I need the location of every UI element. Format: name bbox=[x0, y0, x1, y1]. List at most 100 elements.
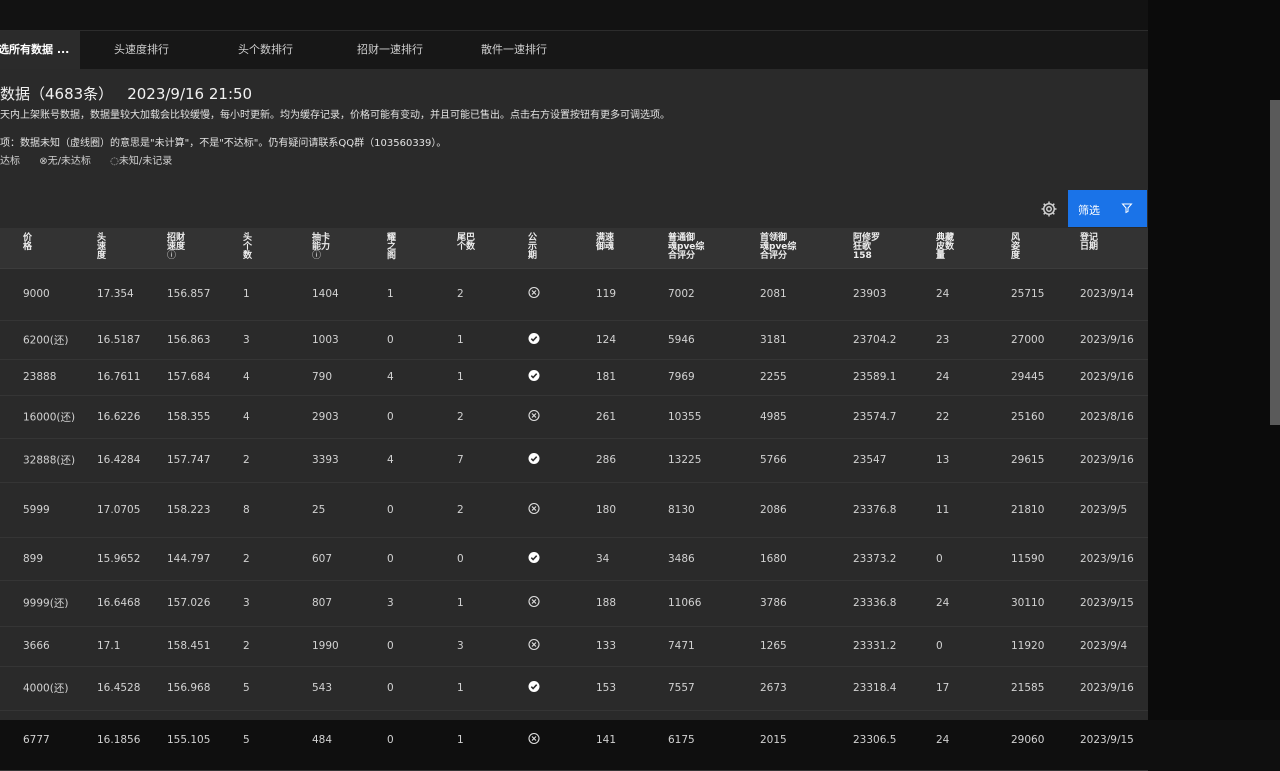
table-row[interactable]: 3666 17.1 158.451 2 1990 0 3 133 7471 1265 23331.2… bbox=[0, 626, 1148, 667]
cross-circle-icon bbox=[528, 638, 540, 654]
table-row[interactable]: 5999 17.0705 158.223 8 25 0 2 180 8130 2086 23376.… bbox=[0, 482, 1148, 538]
check-circle-icon bbox=[528, 453, 540, 468]
cell-fengzi: 25715 bbox=[1011, 288, 1045, 300]
cell-date: 2023/9/16 bbox=[1080, 552, 1134, 565]
cell-tail: 2 bbox=[457, 503, 464, 516]
cell-fengzi: 11590 bbox=[1011, 552, 1045, 565]
page-title: 数据（4683条） 2023/9/16 21:50 bbox=[0, 83, 252, 104]
cell-fengzi: 29060 bbox=[1011, 734, 1045, 746]
column-header[interactable]: 耀 之 阁 bbox=[387, 234, 396, 261]
cross-circle-icon bbox=[528, 286, 540, 302]
cell-date: 2023/8/16 bbox=[1080, 410, 1134, 423]
cell-gacha: 2903 bbox=[312, 410, 339, 423]
cell-pve-boss: 4985 bbox=[760, 410, 787, 423]
table-row[interactable]: 4000(还) 16.4528 156.968 5 543 0 1 153 7557 2673 23… bbox=[0, 666, 1148, 711]
table-row[interactable]: 23888 16.7611 157.684 4 790 4 1 181 7969 2255 2358… bbox=[0, 359, 1148, 396]
cell-gacha: 807 bbox=[312, 597, 333, 609]
cell-full-speed: 141 bbox=[596, 734, 617, 746]
cell-pve-boss: 1680 bbox=[760, 552, 787, 565]
cell-yaozhige: 0 bbox=[387, 333, 394, 346]
column-header[interactable]: 抽卡 能力 ⓘ bbox=[312, 234, 330, 261]
cell-head-speed: 15.9652 bbox=[97, 552, 141, 565]
column-header[interactable]: 尾巴 个数 bbox=[457, 234, 475, 252]
cell-gacha: 484 bbox=[312, 734, 333, 746]
column-header[interactable]: 价 格 bbox=[23, 234, 32, 252]
column-header[interactable]: 头 个 数 bbox=[243, 234, 252, 261]
cell-ashura: 23376.8 bbox=[853, 503, 897, 516]
cell-date: 2023/9/16 bbox=[1080, 333, 1134, 346]
cell-head-speed: 16.6468 bbox=[97, 597, 141, 609]
status-legend: 达标 ⊗无/未达标 ◌未知/未记录 bbox=[0, 152, 188, 167]
gear-icon[interactable] bbox=[1040, 200, 1058, 218]
cell-skins: 23 bbox=[936, 333, 950, 346]
column-header-label: 典藏 皮数 量 bbox=[936, 233, 955, 261]
column-header[interactable]: 满速 御魂 bbox=[596, 234, 614, 252]
cell-pve-normal: 13225 bbox=[668, 454, 702, 466]
table-row[interactable]: 6777 16.1856 155.105 5 484 0 1 141 6175 2015 23306… bbox=[0, 710, 1148, 771]
column-header[interactable]: 风 姿 度 bbox=[1011, 234, 1020, 261]
tab-head-count[interactable]: 头个数排行 bbox=[238, 31, 293, 69]
cell-fengzi: 27000 bbox=[1011, 333, 1045, 346]
column-header[interactable]: 招财 速度 ⓘ bbox=[167, 234, 185, 261]
column-header[interactable]: 典藏 皮数 量 bbox=[936, 234, 954, 261]
table-row[interactable]: 9000 17.354 156.857 1 1404 1 2 119 7002 2081 23903… bbox=[0, 268, 1148, 321]
cell-zhaocai: 156.857 bbox=[167, 288, 211, 300]
table-header: 价 格头 速 度招财 速度 ⓘ 头 个 数抽卡 能力 ⓘ 耀 之 阁尾巴 个数公 示 期… bbox=[0, 228, 1148, 269]
table-row[interactable]: 6200(还) 16.5187 156.863 3 1003 0 1 124 5946 3181 2… bbox=[0, 320, 1148, 360]
cell-skins: 24 bbox=[936, 371, 950, 383]
cell-price: 32888(还) bbox=[23, 454, 76, 467]
tab-all-data[interactable]: 选所有数据 ... bbox=[0, 31, 80, 69]
column-header[interactable]: 公 示 期 bbox=[528, 234, 537, 261]
cell-price: 23888 bbox=[23, 371, 57, 383]
cell-gacha: 543 bbox=[312, 682, 333, 694]
cell-yaozhige: 0 bbox=[387, 734, 394, 746]
cell-head-count: 3 bbox=[243, 597, 250, 609]
filter-button[interactable]: 筛选 bbox=[1068, 190, 1147, 227]
cell-price: 9999(还) bbox=[23, 597, 69, 610]
cell-date: 2023/9/16 bbox=[1080, 454, 1134, 466]
cell-price: 6200(还) bbox=[23, 334, 69, 346]
cell-fengzi: 30110 bbox=[1011, 597, 1045, 609]
cell-head-speed: 17.354 bbox=[97, 288, 134, 300]
tab-zhaocai-speed[interactable]: 招财一速排行 bbox=[357, 31, 423, 69]
column-header-label: 风 姿 度 bbox=[1011, 233, 1021, 261]
table-row[interactable]: 899 15.9652 144.797 2 607 0 0 34 3486 1680 23373.2… bbox=[0, 537, 1148, 581]
info-icon[interactable]: ⓘ bbox=[167, 252, 185, 261]
tab-bar: 选所有数据 ... 头速度排行 头个数排行 招财一速排行 散件一速排行 bbox=[0, 31, 1148, 70]
filter-funnel-icon bbox=[1121, 203, 1133, 214]
cell-tail: 1 bbox=[457, 597, 464, 609]
cell-zhaocai: 156.863 bbox=[167, 333, 211, 346]
cell-pve-normal: 6175 bbox=[668, 734, 695, 746]
scrollbar-thumb[interactable] bbox=[1270, 100, 1280, 425]
cell-full-speed: 124 bbox=[596, 333, 617, 346]
column-header-label: 尾巴 个数 bbox=[457, 233, 476, 252]
cell-ashura: 23331.2 bbox=[853, 640, 897, 652]
column-header[interactable]: 阿修罗 狂歌 158 bbox=[853, 234, 880, 261]
cell-full-speed: 180 bbox=[596, 503, 617, 516]
cell-skins: 13 bbox=[936, 454, 950, 466]
column-header[interactable]: 头 速 度 bbox=[97, 234, 106, 261]
right-pane bbox=[1148, 0, 1280, 720]
column-header[interactable]: 登记 日期 bbox=[1080, 234, 1098, 252]
cell-head-count: 1 bbox=[243, 288, 250, 300]
cell-full-speed: 261 bbox=[596, 410, 617, 423]
column-header-label: 头 个 数 bbox=[243, 233, 253, 261]
table-row[interactable]: 9999(还) 16.6468 157.026 3 807 3 1 188 11066 3786 2… bbox=[0, 580, 1148, 627]
info-icon[interactable]: ⓘ bbox=[312, 252, 330, 261]
cell-price: 4000(还) bbox=[23, 682, 69, 695]
column-header-label: 满速 御魂 bbox=[596, 233, 615, 252]
cell-head-count: 4 bbox=[243, 371, 250, 383]
cross-circle-icon bbox=[528, 732, 540, 748]
tab-head-speed[interactable]: 头速度排行 bbox=[114, 31, 169, 69]
column-header-label: 耀 之 阁 bbox=[387, 233, 397, 261]
column-header-label: 抽卡 能力 bbox=[312, 233, 331, 252]
cell-head-count: 8 bbox=[243, 503, 250, 516]
cell-date: 2023/9/15 bbox=[1080, 734, 1134, 746]
table-row[interactable]: 32888(还) 16.4284 157.747 2 3393 4 7 286 13225 576… bbox=[0, 438, 1148, 483]
column-header[interactable]: 首领御 魂pve综 合评分 bbox=[760, 234, 796, 261]
cell-pve-boss: 3181 bbox=[760, 333, 787, 346]
tab-parts-speed[interactable]: 散件一速排行 bbox=[481, 31, 547, 69]
column-header[interactable]: 普通御 魂pve综 合评分 bbox=[668, 234, 704, 261]
table-row[interactable]: 16000(还) 16.6226 158.355 4 2903 0 2 261 10355 498… bbox=[0, 395, 1148, 439]
title-text: 数据（4683条） bbox=[0, 85, 114, 103]
